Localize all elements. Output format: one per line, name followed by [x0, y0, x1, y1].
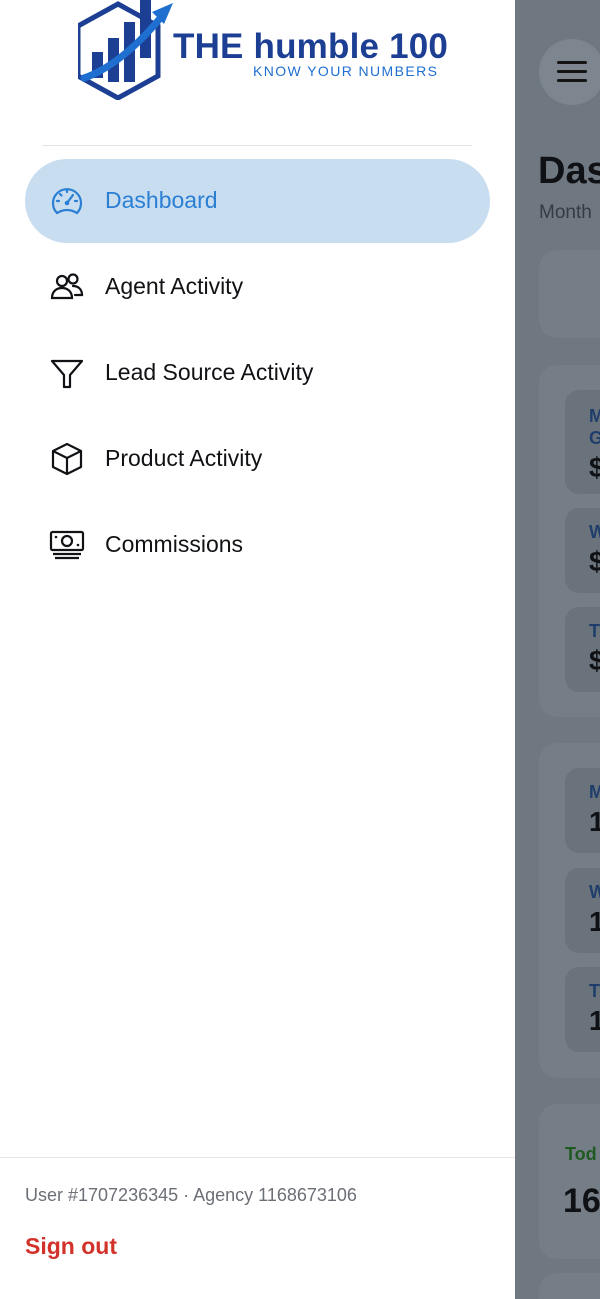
- nav-label-product-activity: Product Activity: [105, 445, 263, 471]
- nav-item-agent-activity[interactable]: Agent Activity: [25, 245, 490, 329]
- menu-button[interactable]: [539, 39, 600, 105]
- count-stat-today: T 1: [565, 967, 600, 1052]
- box-icon: [51, 442, 83, 476]
- nav-label-agent-activity: Agent Activity: [105, 273, 244, 299]
- navigation-drawer: THE humble 100 KNOW YOUR NUMBERS Dashboa…: [0, 0, 515, 1299]
- sales-stat-month: M G $: [565, 390, 600, 494]
- page-subtitle: Month: [539, 202, 592, 223]
- nav-label-dashboard: Dashboard: [105, 187, 218, 213]
- nav-label-lead-source-activity: Lead Source Activity: [105, 359, 314, 385]
- speedometer-icon: [51, 188, 83, 215]
- sign-out-button[interactable]: Sign out: [25, 1233, 117, 1260]
- nav-item-commissions[interactable]: Commissions: [25, 503, 490, 587]
- sales-stat-today: T $: [565, 607, 600, 692]
- nav-item-product-activity[interactable]: Product Activity: [25, 417, 490, 501]
- people-icon: [50, 273, 84, 300]
- nav-item-dashboard[interactable]: Dashboard: [25, 159, 490, 243]
- funnel-icon: [50, 359, 84, 389]
- cash-icon: [49, 530, 85, 560]
- count-card: M 1 W 1 T 1: [539, 743, 600, 1078]
- count-stat-week: W 1: [565, 868, 600, 953]
- filter-card[interactable]: [539, 250, 600, 338]
- nav-label-commissions: Commissions: [105, 531, 244, 557]
- sales-stat-week: W $: [565, 508, 600, 593]
- next-card: [539, 1273, 600, 1299]
- divider: [42, 145, 472, 146]
- brand-tagline: KNOW YOUR NUMBERS: [253, 63, 439, 79]
- today-card: Tod 16: [539, 1104, 600, 1259]
- sales-card: M G $ W $ T $: [539, 365, 600, 717]
- user-info: User #1707236345 · Agency 1168673106: [25, 1185, 357, 1205]
- page-title: Das: [538, 150, 600, 192]
- nav-item-lead-source-activity[interactable]: Lead Source Activity: [25, 331, 490, 415]
- brand-title: THE humble 100: [173, 27, 449, 66]
- count-stat-month: M 1: [565, 768, 600, 853]
- footer-divider: [0, 1157, 515, 1158]
- background-page: Das Month M G $ W $ T $ M 1 W 1 T 1 Tod …: [515, 0, 600, 1299]
